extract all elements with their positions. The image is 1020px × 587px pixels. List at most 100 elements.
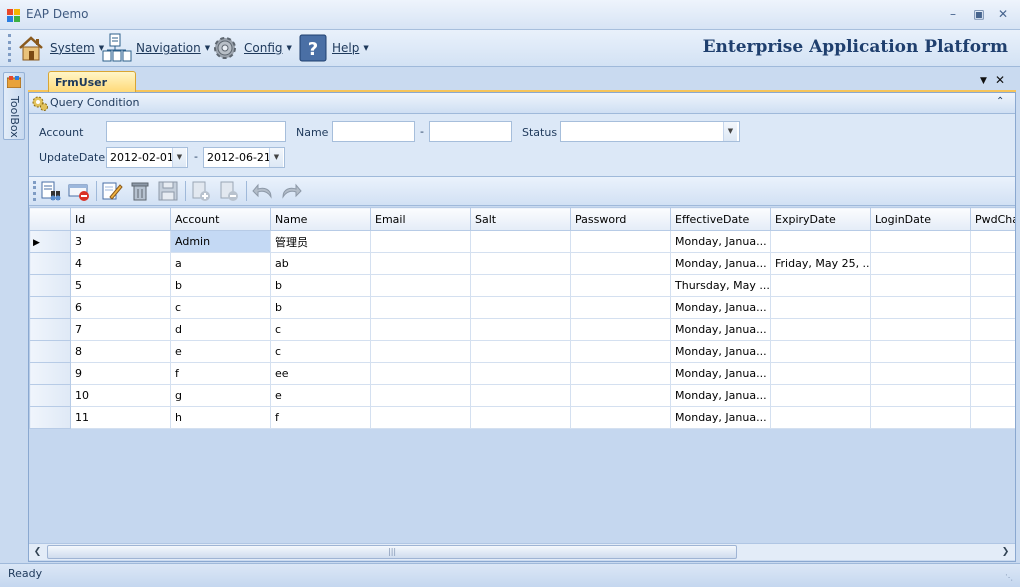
maximize-icon[interactable]: ▣	[970, 6, 988, 22]
grid-cell-name[interactable]: c	[270, 318, 371, 341]
grid-cell-account[interactable]: a	[170, 252, 271, 275]
grid-cell-email[interactable]	[370, 274, 471, 297]
grid-cell-name[interactable]: ee	[270, 362, 371, 385]
menu-help[interactable]: ? Help ▼	[298, 31, 369, 65]
grid-cell-email[interactable]	[370, 362, 471, 385]
grid-cell-name[interactable]: e	[270, 384, 371, 407]
grid-cell-password[interactable]	[570, 406, 671, 429]
table-row[interactable]: 11 h f Monday, Janua...	[29, 406, 1015, 429]
grid-cell-expirydate[interactable]	[770, 340, 871, 363]
grid-cell-name[interactable]: b	[270, 296, 371, 319]
grid-cell-pwdcha[interactable]	[970, 384, 1015, 407]
grid-cell-effectivedate[interactable]: Monday, Janua...	[670, 318, 771, 341]
table-row[interactable]: ▶ 3 Admin 管理员 Monday, Janua...	[29, 230, 1015, 253]
scroll-right-icon[interactable]: ❯	[997, 544, 1014, 560]
row-header[interactable]	[29, 362, 71, 385]
grid-cell-account[interactable]: h	[170, 406, 271, 429]
grid-cell-account[interactable]: c	[170, 296, 271, 319]
grid-cell-id[interactable]: 8	[70, 340, 171, 363]
row-header[interactable]	[29, 384, 71, 407]
column-header-pwdcha[interactable]: PwdCha	[970, 207, 1015, 231]
grid-cell-expirydate[interactable]	[770, 406, 871, 429]
name-to-input[interactable]	[429, 121, 512, 142]
grid-cell-pwdcha[interactable]	[970, 230, 1015, 253]
grid-cell-id[interactable]: 6	[70, 296, 171, 319]
grid-cell-logindate[interactable]	[870, 340, 971, 363]
grid-cell-expirydate[interactable]	[770, 362, 871, 385]
column-header-password[interactable]: Password	[570, 207, 671, 231]
table-row[interactable]: 4 a ab Monday, Janua... Friday, May 25, ...	[29, 252, 1015, 275]
grid-cell-password[interactable]	[570, 340, 671, 363]
grid-cell-salt[interactable]	[470, 340, 571, 363]
grid-cell-logindate[interactable]	[870, 362, 971, 385]
chevron-down-icon[interactable]: ▼	[723, 122, 737, 141]
calendar-dropdown-icon[interactable]: ▼	[172, 148, 186, 167]
grid-cell-name[interactable]: b	[270, 274, 371, 297]
close-tab-icon[interactable]: ✕	[995, 73, 1005, 87]
account-input[interactable]	[106, 121, 286, 142]
grid-cell-salt[interactable]	[470, 362, 571, 385]
grid-cell-salt[interactable]	[470, 296, 571, 319]
column-header-id[interactable]: Id	[70, 207, 171, 231]
grid-cell-logindate[interactable]	[870, 296, 971, 319]
grid-cell-password[interactable]	[570, 274, 671, 297]
grid-cell-salt[interactable]	[470, 274, 571, 297]
table-row[interactable]: 5 b b Thursday, May ...	[29, 274, 1015, 297]
column-header-email[interactable]: Email	[370, 207, 471, 231]
scroll-left-icon[interactable]: ❮	[29, 544, 46, 560]
grid-corner-header[interactable]	[29, 207, 71, 231]
grid-cell-logindate[interactable]	[870, 318, 971, 341]
grid-cell-salt[interactable]	[470, 252, 571, 275]
row-header[interactable]: ▶	[29, 230, 71, 253]
grid-cell-account[interactable]: f	[170, 362, 271, 385]
collapse-icon[interactable]: ⌃	[996, 96, 1004, 107]
menu-navigation[interactable]: Navigation ▼	[102, 31, 210, 65]
tab-frmuser[interactable]: FrmUser	[48, 71, 136, 93]
grid-cell-salt[interactable]	[470, 230, 571, 253]
row-header[interactable]	[29, 252, 71, 275]
grid-cell-name[interactable]: ab	[270, 252, 371, 275]
grid-cell-pwdcha[interactable]	[970, 340, 1015, 363]
save-icon[interactable]	[157, 180, 179, 202]
grid-cell-salt[interactable]	[470, 384, 571, 407]
grid-cell-account[interactable]: e	[170, 340, 271, 363]
grid-cell-pwdcha[interactable]	[970, 296, 1015, 319]
grid-cell-password[interactable]	[570, 296, 671, 319]
grid-cell-expirydate[interactable]	[770, 296, 871, 319]
calendar-dropdown-icon[interactable]: ▼	[269, 148, 283, 167]
grid-cell-email[interactable]	[370, 296, 471, 319]
grid-cell-email[interactable]	[370, 252, 471, 275]
grid-cell-expirydate[interactable]	[770, 384, 871, 407]
grid-cell-expirydate[interactable]	[770, 230, 871, 253]
grid-cell-id[interactable]: 9	[70, 362, 171, 385]
name-from-input[interactable]	[332, 121, 415, 142]
grid-cell-expirydate[interactable]: Friday, May 25, ...	[770, 252, 871, 275]
grid-cell-effectivedate[interactable]: Monday, Janua...	[670, 406, 771, 429]
row-header[interactable]	[29, 340, 71, 363]
column-header-expirydate[interactable]: ExpiryDate	[770, 207, 871, 231]
resize-grip-icon[interactable]: ⋱	[1005, 573, 1013, 582]
status-select[interactable]	[560, 121, 740, 142]
grid-cell-password[interactable]	[570, 230, 671, 253]
grid-cell-effectivedate[interactable]: Thursday, May ...	[670, 274, 771, 297]
grid-cell-expirydate[interactable]	[770, 318, 871, 341]
grid-cell-logindate[interactable]	[870, 230, 971, 253]
toolbar-grip[interactable]	[33, 181, 36, 201]
row-header[interactable]	[29, 318, 71, 341]
row-header[interactable]	[29, 406, 71, 429]
grid-cell-effectivedate[interactable]: Monday, Janua...	[670, 230, 771, 253]
scrollbar-thumb[interactable]: |||	[47, 545, 737, 559]
grid-cell-id[interactable]: 7	[70, 318, 171, 341]
grid-cell-effectivedate[interactable]: Monday, Janua...	[670, 252, 771, 275]
edit-icon[interactable]	[101, 180, 123, 202]
grid-cell-effectivedate[interactable]: Monday, Janua...	[670, 384, 771, 407]
grid-cell-password[interactable]	[570, 252, 671, 275]
horizontal-scrollbar[interactable]: ❮ ||| ❯	[29, 543, 1015, 560]
table-row[interactable]: 7 d c Monday, Janua...	[29, 318, 1015, 341]
table-row[interactable]: 8 e c Monday, Janua...	[29, 340, 1015, 363]
grid-cell-id[interactable]: 11	[70, 406, 171, 429]
close-window-icon[interactable]: ✕	[994, 6, 1012, 22]
redo-icon[interactable]	[280, 180, 302, 202]
grid-cell-pwdcha[interactable]	[970, 274, 1015, 297]
minimize-icon[interactable]: –	[944, 6, 962, 22]
